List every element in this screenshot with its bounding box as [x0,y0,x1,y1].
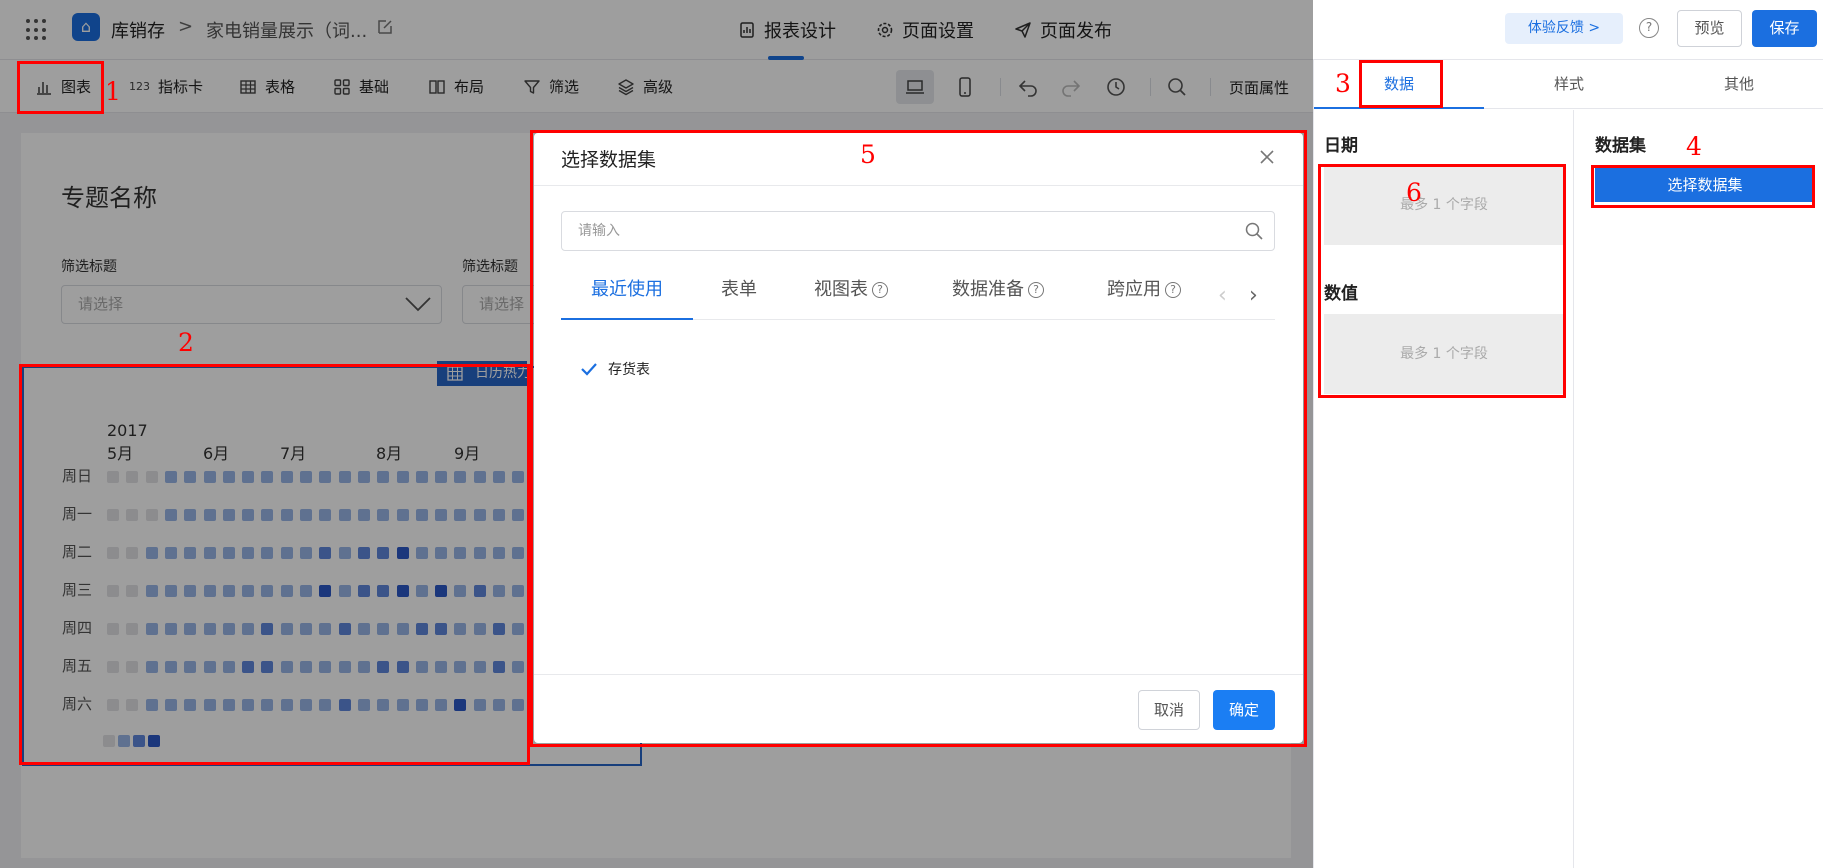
annotation-box [19,364,530,765]
annotation-number: 2 [178,328,194,357]
annotation-box [1318,164,1566,398]
annotation-box [17,61,104,114]
annotation-box [1591,165,1815,208]
annotation-box [1359,60,1443,108]
save-button[interactable]: 保存 [1752,10,1817,47]
annotation-number: 5 [860,140,876,169]
date-field-heading: 日期 [1324,136,1358,156]
annotation-number: 3 [1335,69,1351,98]
tab-other[interactable]: 其他 [1654,60,1823,108]
annotation-box [530,130,1307,747]
feedback-button[interactable]: 体验反馈 > [1505,13,1623,44]
annotation-number: 4 [1686,132,1702,161]
help-icon[interactable]: ? [1639,18,1659,38]
dataset-heading: 数据集 [1595,136,1646,156]
panel-divider [1573,110,1574,868]
annotation-number: 6 [1406,178,1422,207]
preview-button[interactable]: 预览 [1677,10,1742,47]
tab-style[interactable]: 样式 [1484,60,1654,108]
annotation-number: 1 [105,77,121,106]
